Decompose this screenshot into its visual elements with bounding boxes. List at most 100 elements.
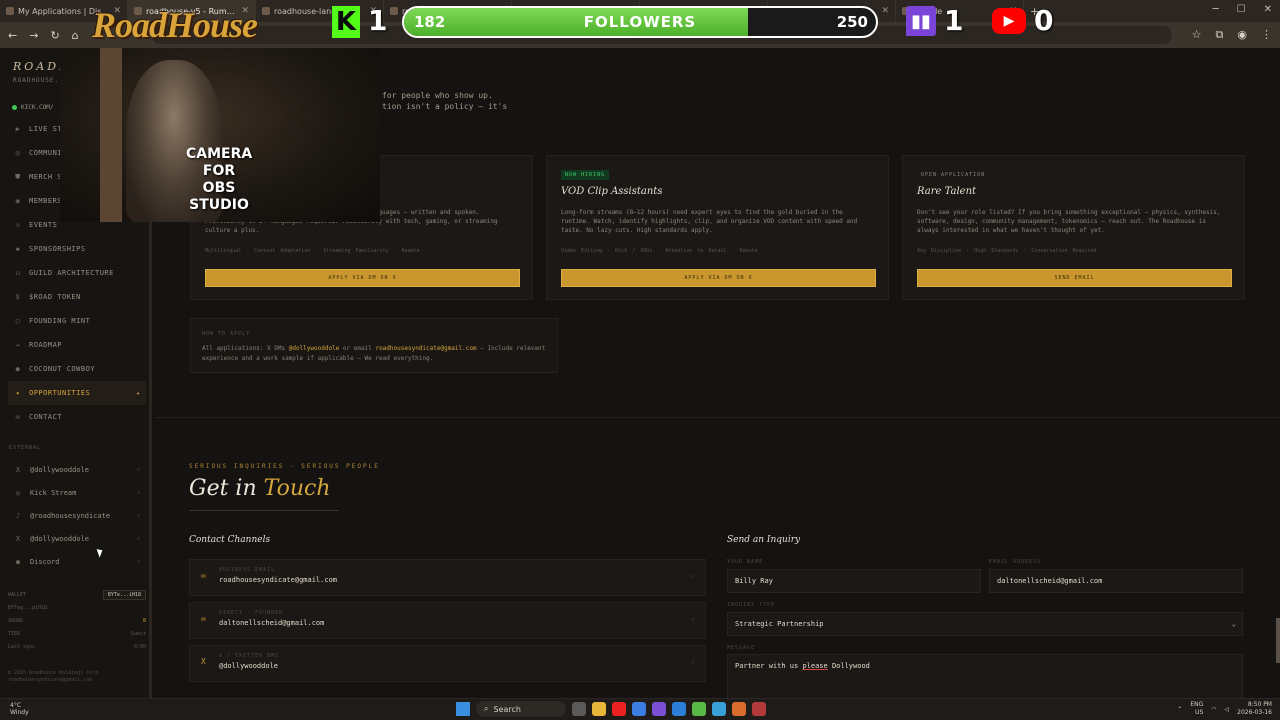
language-indicator[interactable]: ENG US [1190,701,1203,717]
nav-item-label: MEMBERS [29,197,63,205]
contact-channel[interactable]: X X / TWITTER DMS @dollywooddole ↗ [189,645,706,682]
language-code: ENG [1190,701,1204,708]
taskbar-search[interactable]: ⌕ Search [476,701,566,717]
clock-date: 2026-03-16 [1237,709,1272,716]
howto-text-2: or email [342,345,372,352]
browser-tab[interactable]: roadhouse-landing ✕ [256,0,384,22]
contact-channel[interactable]: ✉ BUSINESS EMAIL roadhousesyndicate@gmail.… [189,559,706,596]
back-icon[interactable]: ← [8,29,17,42]
page-scrollbar[interactable] [1276,618,1280,663]
name-field[interactable]: Billy Ray [727,569,981,593]
clock[interactable]: 8:50 PM 2026-03-16 [1237,701,1272,717]
weather-widget[interactable]: 4°C Windy [10,702,29,716]
bookmark-star-icon[interactable]: ☆ [1192,28,1202,42]
live-dot-icon [12,105,17,110]
external-links: X @dollywooddole ↗ ◎ Kick Stream ↗ ♪ @roadhouse… [8,458,146,573]
contact-eyebrow: SERIOUS INQUIRIES · SERIOUS PEOPLE [189,463,380,470]
message-text-a: Partner with us [735,662,803,670]
contact-channel[interactable]: ✉ DIRECT · FOUNDER daltonellscheid@gmail.c… [189,602,706,639]
sidebar-item-contact[interactable]: ✉ CONTACT [8,405,146,429]
forward-icon[interactable]: → [29,29,38,42]
sidebar-item-founding-mint[interactable]: ○ FOUNDING MINT [8,309,146,333]
nav-item-icon: → [15,341,21,349]
discord-icon[interactable] [652,702,666,716]
file-explorer-icon[interactable] [592,702,606,716]
external-link[interactable]: ● Discord ↗ [8,550,146,573]
home-icon[interactable]: ⌂ [72,29,79,42]
live-link[interactable]: KICK.COM/ [12,104,54,111]
tab-favicon-icon [6,7,14,15]
wallet-token-label: $ROAD [8,617,24,624]
nav-item-label: EVENTS [29,221,58,229]
chrome-icon[interactable] [632,702,646,716]
maximize-icon[interactable]: ☐ [1237,4,1246,15]
background-door [100,48,122,222]
roadhouse-logo: RoadHouse [92,5,258,45]
message-textarea[interactable]: Partner with us please Dollywood [727,654,1243,698]
camera-label: CAMERA FOR OBS STUDIO [186,146,253,213]
contact-title: Get in Touch [189,476,331,501]
external-link[interactable]: ◎ Kick Stream ↗ [8,481,146,504]
wallet-tier-value: Guest [130,630,146,637]
sidebar-item-coconut-cowboy[interactable]: ● COCONUT COWBOY [8,357,146,381]
nav-item-label: LIVE ST [29,125,63,133]
howto-email-link[interactable]: roadhousesyndicate@gmail.com [375,345,476,352]
card-description: Long-form streams (8–12 hours) need expe… [561,209,858,234]
card-badge: NOW HIRING [561,170,610,180]
wallet-label: WALLET [8,591,27,598]
tab-close-icon[interactable]: ✕ [881,6,889,16]
windows-taskbar: 4°C Windy ⌕ Search ⌃ ENG US ◠ ◁ 8:50 PM … [0,698,1280,720]
card-apply-button[interactable]: APPLY VIA DM ON X [561,269,876,287]
inquiry-type-select[interactable]: Strategic Partnership ⌄ [727,612,1243,636]
message-text-misspelled: please [802,662,828,670]
external-link[interactable]: ♪ @roadhousesyndicate ↗ [8,504,146,527]
contact-channel-label: BUSINESS EMAIL [219,567,276,573]
webcam-feed: CAMERA FOR OBS STUDIO [60,48,380,222]
external-link[interactable]: X @dollywooddole ↗ [8,458,146,481]
windows-start-icon[interactable] [456,702,470,716]
external-link-label: @roadhousesyndicate [30,511,111,520]
sidebar-item-sponsorships[interactable]: ◆ SPONSORSHIPS [8,237,146,261]
reload-icon[interactable]: ↻ [50,29,59,42]
card-apply-button[interactable]: SEND EMAIL [917,269,1232,287]
email-value: daltonellscheid@gmail.com [997,577,1103,585]
volume-icon[interactable]: ◁ [1225,706,1230,713]
sidebar-item-road-token[interactable]: $ $ROAD TOKEN [8,285,146,309]
menu-icon[interactable]: ⋮ [1261,28,1272,42]
wallet-connect-button[interactable]: BYTe...iH18 [102,589,146,600]
tray-chevron-icon[interactable]: ⌃ [1177,706,1182,713]
language-region: US [1195,709,1204,716]
weather-temp: 4°C [10,702,22,709]
minimize-icon[interactable]: ─ [1213,4,1219,15]
contact-channels-heading: Contact Channels [189,535,271,545]
obs-icon[interactable] [732,702,746,716]
inquiry-type-value: Strategic Partnership [735,620,824,628]
youtube-app-icon[interactable] [612,702,626,716]
email-field[interactable]: daltonellscheid@gmail.com [989,569,1243,593]
extensions-icon[interactable]: ⧉ [1216,28,1224,42]
app-icon[interactable] [692,702,706,716]
profile-icon[interactable]: ◉ [1237,28,1247,42]
contact-channel-value: roadhousesyndicate@gmail.com [219,576,338,584]
vscode-icon[interactable] [672,702,686,716]
browser-app-icon[interactable] [712,702,726,716]
howto-handle-link[interactable]: @dollywooddole [289,345,340,352]
external-link[interactable]: X @dollywooddole ↗ [8,527,146,550]
open-external-icon: ↗ [136,512,140,519]
media-app-icon[interactable] [752,702,766,716]
title-rule [189,510,339,511]
wifi-icon[interactable]: ◠ [1211,706,1216,713]
search-icon: ⌕ [484,704,489,713]
footer-email: roadhousesyndicate@gmail.com [8,677,93,683]
task-view-icon[interactable] [572,702,586,716]
sidebar-item-guild-architecture[interactable]: ⌂ GUILD ARCHITECTURE [8,261,146,285]
how-to-apply-box: HOW TO APPLY All applications: X DMs @do… [190,318,558,373]
contact-channel-value: @dollywooddole [219,662,279,670]
wallet-panel: WALLET BYTe...iH18 BYTeg...piH18 $ROAD 0… [8,588,146,653]
sidebar-item-opportunities[interactable]: ✦ OPPORTUNITIES ◂ [8,381,146,405]
sidebar-item-roadmap[interactable]: → ROADMAP [8,333,146,357]
inquiry-form-heading: Send an Inquiry [727,535,801,545]
close-window-icon[interactable]: ✕ [1264,4,1272,15]
card-apply-button[interactable]: APPLY VIA DM ON X [205,269,520,287]
nav-item-label: MERCH S [29,173,63,181]
